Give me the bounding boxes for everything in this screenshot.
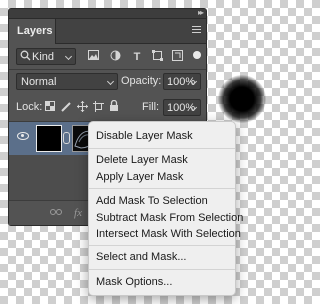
opacity-label: Opacity: (121, 75, 162, 87)
menu-item-intersect-mask-with-selection[interactable]: Intersect Mask With Selection (96, 226, 241, 242)
layer-thumbnail[interactable] (36, 125, 62, 152)
menu-item-add-mask-to-selection[interactable]: Add Mask To Selection (96, 193, 208, 209)
opacity-input[interactable]: 100% (163, 73, 201, 90)
menu-item-delete-layer-mask[interactable]: Delete Layer Mask (96, 152, 188, 168)
filter-kind-select[interactable]: Kind (16, 48, 76, 65)
menu-item-select-and-mask[interactable]: Select and Mask... (96, 249, 187, 265)
image-filter-icon[interactable] (86, 50, 100, 64)
blend-row: Normal Opacity: 100% (9, 72, 206, 92)
menu-item-subtract-mask-from-selection[interactable]: Subtract Mask From Selection (96, 210, 243, 226)
lock-image-pixels-icon[interactable] (59, 101, 73, 115)
divider (9, 69, 206, 70)
filter-kind-value: Kind (32, 51, 55, 63)
filter-toggle-icon[interactable] (193, 51, 201, 59)
chevron-down-icon (106, 77, 115, 86)
panel-title-bar[interactable]: ▸▸ (9, 8, 206, 19)
search-icon (18, 50, 32, 64)
tab-layers[interactable]: Layers (9, 19, 56, 44)
collapse-panel-icon[interactable]: ▸▸ (198, 8, 204, 17)
chevron-down-icon (64, 52, 73, 61)
menu-separator (89, 148, 235, 149)
lock-transparent-pixels-icon[interactable] (43, 101, 57, 115)
mask-link-icon[interactable] (63, 132, 70, 144)
lock-position-icon[interactable] (75, 101, 89, 115)
tab-layers-label: Layers (17, 25, 53, 37)
fx-icon[interactable]: fx (71, 206, 85, 220)
panel-menu-icon[interactable] (192, 26, 201, 35)
menu-separator (89, 245, 235, 246)
lock-all-icon[interactable] (107, 99, 121, 114)
fill-input[interactable]: 100% (163, 99, 201, 116)
shape-filter-icon[interactable] (150, 50, 164, 64)
type-filter-icon[interactable]: T (130, 50, 144, 64)
menu-item-apply-layer-mask[interactable]: Apply Layer Mask (96, 169, 183, 185)
menu-separator (89, 269, 235, 270)
adjustment-filter-icon[interactable] (108, 50, 122, 64)
menu-separator (89, 188, 235, 189)
lock-row: Lock: Fill: 100% (9, 98, 206, 118)
layer-mask-context-menu: Disable Layer Mask Delete Layer Mask App… (88, 121, 243, 296)
canvas-brush-blob (218, 75, 266, 123)
lock-artboard-icon[interactable] (91, 101, 105, 115)
smart-object-filter-icon[interactable] (170, 50, 184, 64)
link-layers-icon[interactable] (49, 206, 63, 220)
menu-item-disable-layer-mask[interactable]: Disable Layer Mask (96, 128, 193, 144)
blend-mode-value: Normal (21, 76, 57, 88)
menu-item-mask-options[interactable]: Mask Options... (96, 274, 172, 290)
visibility-eye-icon[interactable] (17, 132, 29, 140)
panel-tab-row: Layers (9, 19, 206, 44)
blend-mode-select[interactable]: Normal (16, 73, 118, 90)
filter-row: Kind T (9, 47, 206, 67)
lock-label: Lock: (16, 101, 43, 113)
fill-label: Fill: (142, 101, 160, 113)
